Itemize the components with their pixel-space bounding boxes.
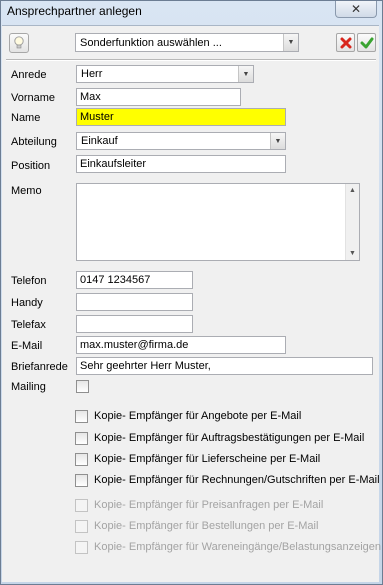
vorname-input[interactable]: Max — [76, 88, 241, 106]
copy-preisanfragen-label: Kopie- Empfänger für Preisanfragen per E… — [94, 499, 324, 511]
title-bar[interactable]: Ansprechpartner anlegen ✕ — [1, 1, 382, 21]
copy-angebote-checkbox[interactable] — [75, 410, 88, 423]
close-button[interactable]: ✕ — [335, 1, 377, 18]
chevron-down-icon: ▼ — [283, 34, 298, 51]
anrede-select[interactable]: Herr ▼ — [76, 65, 254, 83]
copy-lieferscheine-label: Kopie- Empfänger für Lieferscheine per E… — [94, 453, 321, 465]
dialog-body: Sonderfunktion auswählen ... ▼ Anrede He… — [2, 25, 381, 582]
chevron-down-icon: ▼ — [270, 133, 285, 149]
name-value: Muster — [80, 111, 114, 123]
anrede-label: Anrede — [11, 69, 47, 81]
telefax-label: Telefax — [11, 319, 46, 331]
copy-bestellungen-checkbox — [75, 520, 88, 533]
lightbulb-icon — [14, 36, 24, 49]
close-icon: ✕ — [350, 2, 362, 16]
memo-textarea[interactable]: ▲ ▼ — [76, 183, 360, 261]
memo-label: Memo — [11, 185, 42, 197]
anrede-value: Herr — [81, 68, 103, 80]
confirm-button[interactable] — [357, 33, 376, 52]
copy-lieferscheine-checkbox[interactable] — [75, 453, 88, 466]
dialog-window: Ansprechpartner anlegen ✕ Sonderfunktion… — [0, 0, 383, 585]
scroll-down-icon[interactable]: ▼ — [346, 247, 359, 260]
telefon-input[interactable]: 0147 1234567 — [76, 271, 193, 289]
memo-scrollbar[interactable]: ▲ ▼ — [345, 184, 359, 260]
vorname-value: Max — [80, 91, 101, 103]
abteilung-select[interactable]: Einkauf ▼ — [76, 132, 286, 150]
abteilung-value: Einkauf — [81, 135, 118, 147]
copy-auftragsbestaetigungen-checkbox[interactable] — [75, 432, 88, 445]
toolbar-separator — [6, 59, 376, 61]
briefanrede-label: Briefanrede — [11, 361, 68, 373]
special-function-value: Sonderfunktion auswählen ... — [80, 37, 222, 49]
copy-preisanfragen-checkbox — [75, 499, 88, 512]
copy-auftragsbestaetigungen-label: Kopie- Empfänger für Auftragsbestätigung… — [94, 432, 365, 444]
position-input[interactable]: Einkaufsleiter — [76, 155, 286, 173]
hint-button[interactable] — [9, 33, 29, 53]
handy-label: Handy — [11, 297, 43, 309]
special-function-select[interactable]: Sonderfunktion auswählen ... ▼ — [75, 33, 299, 52]
name-input[interactable]: Muster — [76, 108, 286, 126]
mailing-checkbox[interactable] — [76, 380, 89, 393]
cancel-button[interactable] — [336, 33, 355, 52]
name-label: Name — [11, 112, 41, 124]
briefanrede-input[interactable]: Sehr geehrter Herr Muster, — [76, 357, 373, 375]
copy-wareneingaenge-checkbox — [75, 541, 88, 554]
copy-angebote-label: Kopie- Empfänger für Angebote per E-Mail — [94, 410, 302, 422]
email-label: E-Mail — [11, 340, 43, 352]
handy-input[interactable] — [76, 293, 193, 311]
mailing-label: Mailing — [11, 381, 46, 393]
chevron-down-icon: ▼ — [238, 66, 253, 82]
copy-rechnungen-label: Kopie- Empfänger für Rechnungen/Gutschri… — [94, 474, 380, 486]
copy-wareneingaenge-label: Kopie- Empfänger für Wareneingänge/Belas… — [94, 541, 381, 553]
green-check-icon — [360, 37, 373, 48]
position-label: Position — [11, 160, 51, 172]
email-input[interactable]: max.muster@firma.de — [76, 336, 286, 354]
scroll-up-icon[interactable]: ▲ — [346, 184, 359, 197]
email-value: max.muster@firma.de — [80, 339, 189, 351]
red-x-icon — [340, 37, 351, 48]
window-title: Ansprechpartner anlegen — [7, 4, 142, 18]
abteilung-label: Abteilung — [11, 136, 57, 148]
telefon-label: Telefon — [11, 275, 47, 287]
copy-bestellungen-label: Kopie- Empfänger für Bestellungen per E-… — [94, 520, 319, 532]
position-value: Einkaufsleiter — [80, 158, 147, 170]
vorname-label: Vorname — [11, 92, 56, 104]
copy-rechnungen-checkbox[interactable] — [75, 474, 88, 487]
briefanrede-value: Sehr geehrter Herr Muster, — [80, 360, 211, 372]
telefon-value: 0147 1234567 — [80, 274, 151, 286]
telefax-input[interactable] — [76, 315, 193, 333]
